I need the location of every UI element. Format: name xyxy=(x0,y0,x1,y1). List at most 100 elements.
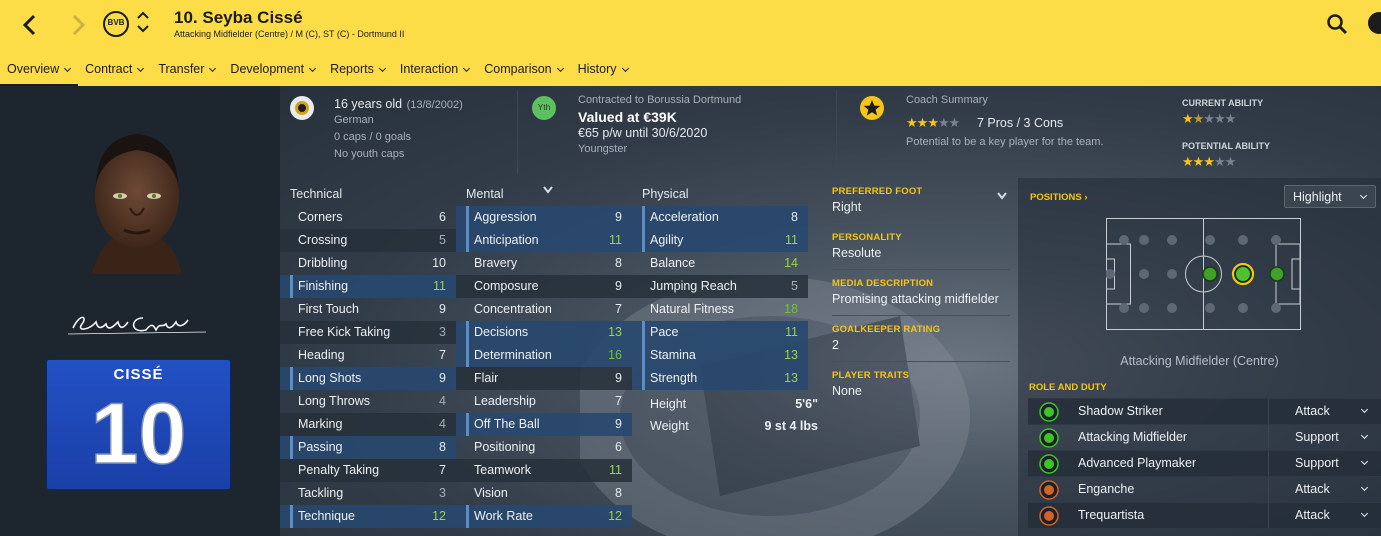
attribute-row-first-touch[interactable]: First Touch 9 xyxy=(280,298,456,321)
attribute-row-long-throws[interactable]: Long Throws 4 xyxy=(280,390,456,413)
coach-star-rating: ★★★★★ xyxy=(906,115,960,131)
forward-arrow-icon[interactable] xyxy=(64,10,92,40)
attribute-row-balance[interactable]: Balance 14 xyxy=(632,252,808,275)
info-strip: 16 years old (13/8/2002) German 0 caps /… xyxy=(280,86,1381,178)
attribute-row-flair[interactable]: Flair 9 xyxy=(456,367,632,390)
attribute-row-dribbling[interactable]: Dribbling 10 xyxy=(280,252,456,275)
position-dot-st[interactable] xyxy=(1269,266,1285,282)
technical-attributes: Technical Corners 6 Crossing 5 Dribbling 10 Fi… xyxy=(280,186,456,528)
attribute-row-tackling[interactable]: Tackling 3 xyxy=(280,482,456,505)
mental-heading: Mental xyxy=(466,187,504,201)
attribute-row-jumping-reach[interactable]: Jumping Reach 5 xyxy=(632,275,808,298)
positions-link[interactable]: POSITIONS › xyxy=(1030,192,1088,203)
attribute-row-acceleration[interactable]: Acceleration 8 xyxy=(632,206,808,229)
duty-dropdown[interactable]: Attack xyxy=(1268,477,1381,502)
menu-comparison[interactable]: Comparison xyxy=(477,58,570,84)
attribute-row-composure[interactable]: Composure 9 xyxy=(456,275,632,298)
attribute-value: 9 xyxy=(615,417,622,431)
attribute-row-corners[interactable]: Corners 6 xyxy=(280,206,456,229)
menu-transfer[interactable]: Transfer xyxy=(151,58,223,84)
attribute-row-aggression[interactable]: Aggression 9 xyxy=(456,206,632,229)
attribute-row-off-the-ball[interactable]: Off The Ball 9 xyxy=(456,413,632,436)
attribute-row-determination[interactable]: Determination 16 xyxy=(456,344,632,367)
attribute-row-leadership[interactable]: Leadership 7 xyxy=(456,390,632,413)
duty-value: Attack xyxy=(1295,508,1330,522)
attribute-value: 9 xyxy=(615,210,622,224)
attribute-row-stamina[interactable]: Stamina 13 xyxy=(632,344,808,367)
attribute-row-pace[interactable]: Pace 11 xyxy=(632,321,808,344)
attribute-row-anticipation[interactable]: Anticipation 11 xyxy=(456,229,632,252)
divider xyxy=(832,269,1010,270)
club-badge-text: BVB xyxy=(107,18,125,27)
attribute-row-passing[interactable]: Passing 8 xyxy=(280,436,456,459)
menu-development[interactable]: Development xyxy=(223,58,323,84)
attribute-row-free-kick-taking[interactable]: Free Kick Taking 3 xyxy=(280,321,456,344)
attribute-row-teamwork[interactable]: Teamwork 11 xyxy=(456,459,632,482)
menu-label: Comparison xyxy=(484,62,552,76)
duty-dropdown[interactable]: Support xyxy=(1268,451,1381,476)
weight-value: 9 st 4 lbs xyxy=(764,419,819,433)
role-row[interactable]: Enganche Attack xyxy=(1028,476,1381,502)
pros-cons-text[interactable]: 7 Pros / 3 Cons xyxy=(977,116,1063,130)
attribute-row-heading[interactable]: Heading 7 xyxy=(280,344,456,367)
chevron-down-icon xyxy=(1360,431,1369,440)
attribute-name: Natural Fitness xyxy=(650,302,735,316)
star-icon: ★ xyxy=(906,115,918,130)
duty-value: Attack xyxy=(1295,482,1330,496)
player-header: BVB 10. Seyba Cissé Attacking Midfielder… xyxy=(0,0,1381,86)
attribute-row-concentration[interactable]: Concentration 7 xyxy=(456,298,632,321)
duty-dropdown[interactable]: Attack xyxy=(1268,399,1381,424)
attribute-row-long-shots[interactable]: Long Shots 9 xyxy=(280,367,456,390)
goalkeeper-rating-label: GOALKEEPER RATING xyxy=(832,324,941,335)
search-icon[interactable] xyxy=(1326,13,1348,35)
attribute-row-penalty-taking[interactable]: Penalty Taking 7 xyxy=(280,459,456,482)
back-arrow-icon[interactable] xyxy=(16,10,44,40)
contract-club-text: Contracted to Borussia Dortmund xyxy=(578,94,742,106)
highlight-dropdown[interactable]: Highlight xyxy=(1284,185,1376,208)
player-value[interactable]: Valued at €39K xyxy=(578,109,677,125)
chevron-down-icon xyxy=(621,64,629,73)
attribute-row-decisions[interactable]: Decisions 13 xyxy=(456,321,632,344)
menu-history[interactable]: History xyxy=(571,58,636,84)
age-text: 16 years old xyxy=(334,97,403,111)
star-icon: ★ xyxy=(1224,111,1237,126)
positions-panel: POSITIONS › Highlight Attacking Midfield… xyxy=(1018,178,1381,536)
menu-label: Interaction xyxy=(399,62,459,76)
duty-dropdown[interactable]: Attack xyxy=(1268,503,1381,528)
attribute-row-vision[interactable]: Vision 8 xyxy=(456,482,632,505)
attribute-row-natural-fitness[interactable]: Natural Fitness 18 xyxy=(632,298,808,321)
attribute-value: 7 xyxy=(439,463,446,477)
nation-flag-icon[interactable] xyxy=(290,96,314,120)
role-row[interactable]: Trequartista Attack xyxy=(1028,502,1381,528)
attribute-row-agility[interactable]: Agility 11 xyxy=(632,229,808,252)
globe-icon[interactable] xyxy=(1368,12,1381,34)
role-row[interactable]: Shadow Striker Attack xyxy=(1028,398,1381,424)
club-badge-icon[interactable]: BVB xyxy=(103,11,129,37)
attribute-name: Marking xyxy=(298,417,343,431)
attribute-row-work-rate[interactable]: Work Rate 12 xyxy=(456,505,632,528)
attribute-value: 11 xyxy=(609,463,622,477)
duty-dropdown[interactable]: Support xyxy=(1268,425,1381,450)
menu-overview[interactable]: Overview xyxy=(0,58,79,86)
menu-reports[interactable]: Reports xyxy=(323,58,393,84)
position-dot-mc[interactable] xyxy=(1202,266,1218,282)
attribute-row-finishing[interactable]: Finishing 11 xyxy=(280,275,456,298)
player-cycle-arrows[interactable] xyxy=(136,9,150,35)
age-line: 16 years old (13/8/2002) xyxy=(334,95,463,113)
attribute-row-strength[interactable]: Strength 13 xyxy=(632,367,808,390)
personality-label: PERSONALITY xyxy=(832,232,902,243)
role-row[interactable]: Attacking Midfielder Support xyxy=(1028,424,1381,450)
attribute-row-positioning[interactable]: Positioning 6 xyxy=(456,436,632,459)
attribute-row-technique[interactable]: Technique 12 xyxy=(280,505,456,528)
role-suitability-icon xyxy=(1039,428,1059,448)
menu-contract[interactable]: Contract xyxy=(78,58,151,84)
details-chevron-icon[interactable] xyxy=(996,188,1008,206)
menu-interaction[interactable]: Interaction xyxy=(393,58,477,84)
attribute-name: Anticipation xyxy=(474,233,539,247)
yth-badge-text: Yth xyxy=(537,102,551,112)
role-row[interactable]: Advanced Playmaker Support xyxy=(1028,450,1381,476)
attribute-row-marking[interactable]: Marking 4 xyxy=(280,413,456,436)
attribute-row-crossing[interactable]: Crossing 5 xyxy=(280,229,456,252)
attribute-name: Teamwork xyxy=(474,463,531,477)
attribute-row-bravery[interactable]: Bravery 8 xyxy=(456,252,632,275)
